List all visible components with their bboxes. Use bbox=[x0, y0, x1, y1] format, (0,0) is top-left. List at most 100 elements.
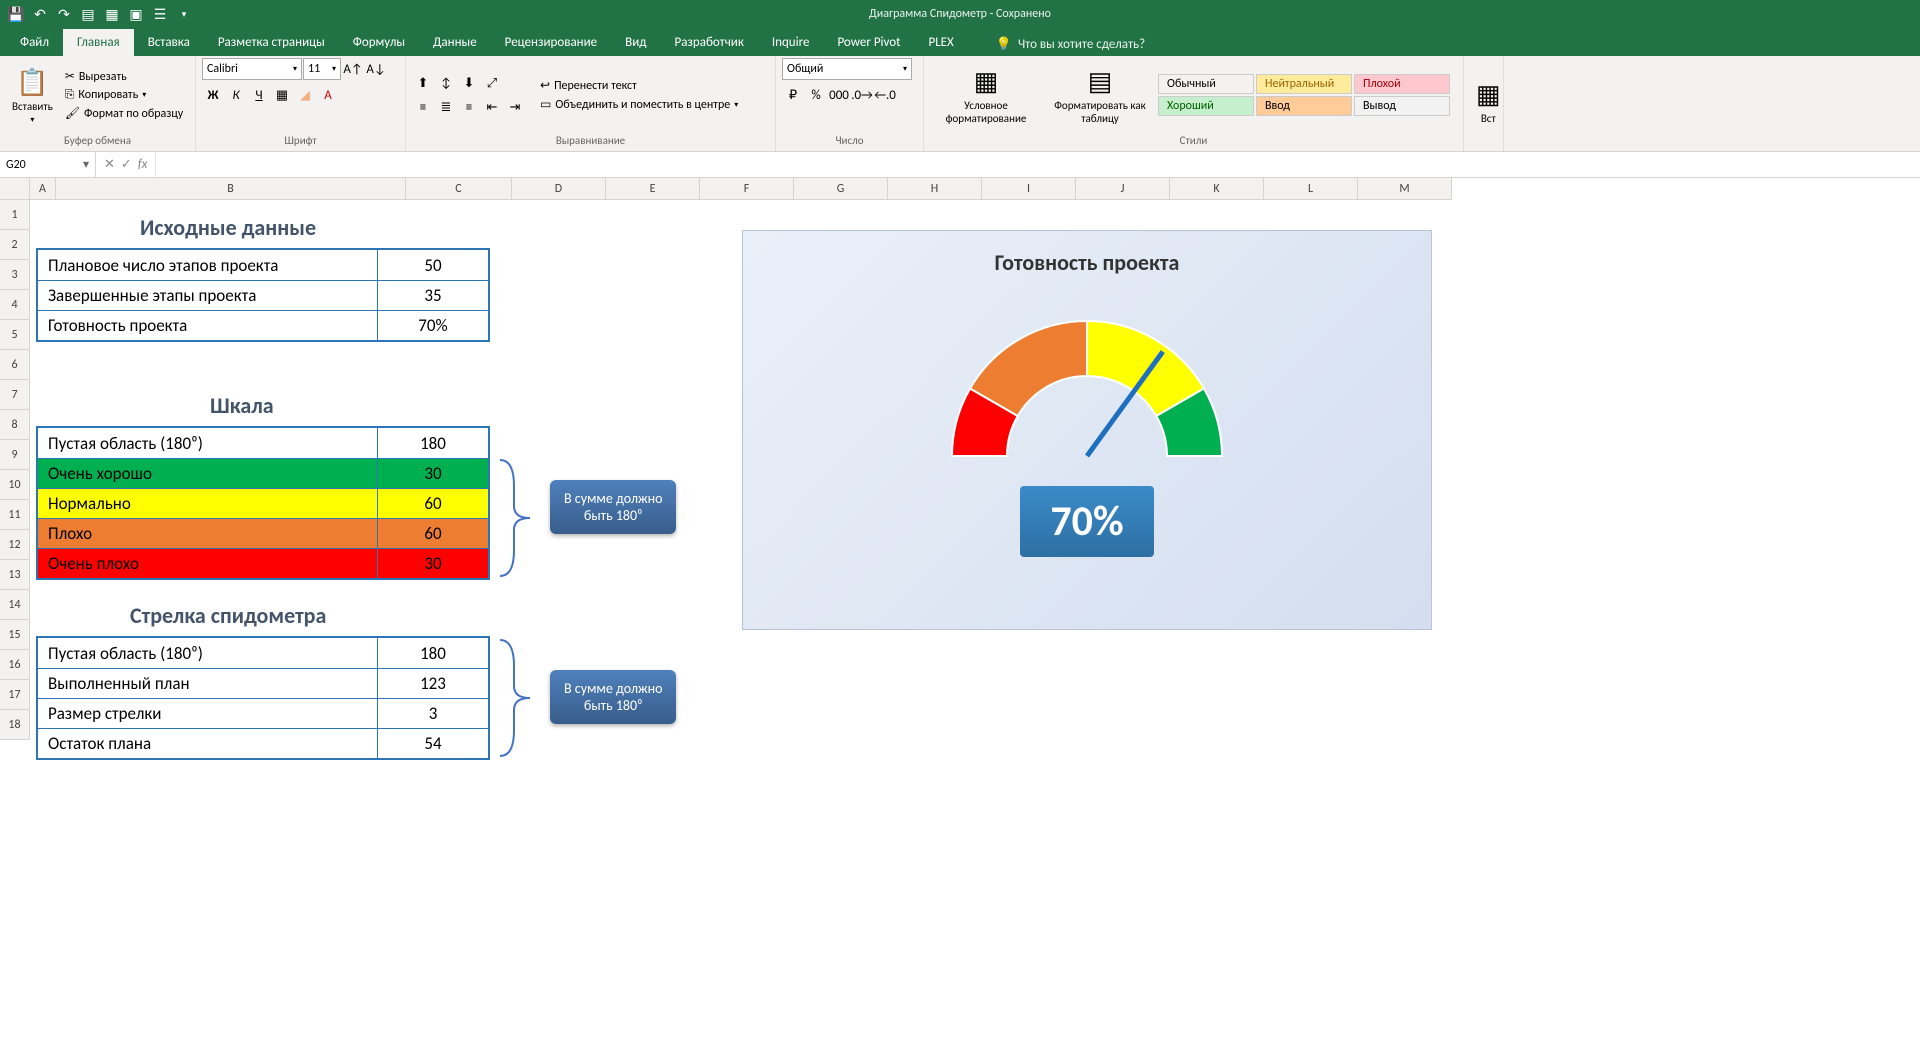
name-box[interactable]: G20 ▾ bbox=[0, 152, 96, 177]
qat-icon[interactable]: ▤ bbox=[80, 6, 96, 22]
borders-button[interactable]: ▦ bbox=[271, 84, 293, 106]
indent-inc-button[interactable]: ⇥ bbox=[504, 96, 526, 118]
ribbon-tab-вид[interactable]: Вид bbox=[611, 29, 660, 56]
qat-icon[interactable]: ▦ bbox=[104, 6, 120, 22]
merge-center-button[interactable]: ▭Объединить и поместить в центре▾ bbox=[538, 96, 740, 113]
align-bottom-button[interactable]: ⬇ bbox=[458, 72, 480, 94]
orientation-button[interactable]: ⤢ bbox=[481, 72, 503, 94]
chart-panel[interactable]: Готовность проекта 70% bbox=[742, 230, 1432, 630]
style-good[interactable]: Хороший bbox=[1158, 96, 1254, 116]
redo-icon[interactable]: ↷ bbox=[56, 6, 72, 22]
col-header[interactable]: C bbox=[406, 178, 512, 200]
conditional-formatting-button[interactable]: ▦ Условное форматирование bbox=[930, 63, 1042, 127]
row-header[interactable]: 4 bbox=[0, 290, 30, 320]
ribbon-tab-разметка страницы[interactable]: Разметка страницы bbox=[204, 29, 339, 56]
row-header[interactable]: 3 bbox=[0, 260, 30, 290]
tell-me-search[interactable]: 💡Что вы хотите сделать? bbox=[988, 33, 1153, 56]
table-row[interactable]: Очень хорошо30 bbox=[38, 458, 488, 488]
italic-button[interactable]: К bbox=[225, 84, 247, 106]
row-header[interactable]: 8 bbox=[0, 410, 30, 440]
paste-button[interactable]: 📋 Вставить ▾ bbox=[6, 64, 59, 127]
ribbon-tab-рецензирование[interactable]: Рецензирование bbox=[491, 29, 611, 56]
col-header[interactable]: B bbox=[56, 178, 406, 200]
copy-button[interactable]: ⎘Копировать▾ bbox=[63, 87, 185, 103]
col-header[interactable]: I bbox=[982, 178, 1076, 200]
grow-font-button[interactable]: A↑ bbox=[342, 58, 364, 80]
table-row[interactable]: Готовность проекта70% bbox=[38, 310, 488, 340]
format-painter-button[interactable]: 🖌Формат по образцу bbox=[63, 105, 185, 122]
font-name-select[interactable]: Calibri▾ bbox=[202, 58, 302, 80]
table-row[interactable]: Плохо60 bbox=[38, 518, 488, 548]
row-header[interactable]: 6 bbox=[0, 350, 30, 380]
col-header[interactable]: G bbox=[794, 178, 888, 200]
align-left-button[interactable]: ≡ bbox=[412, 96, 434, 118]
row-header[interactable]: 1 bbox=[0, 200, 30, 230]
qat-icon[interactable]: ▣ bbox=[128, 6, 144, 22]
table-row[interactable]: Завершенные этапы проекта35 bbox=[38, 280, 488, 310]
align-middle-button[interactable]: ↕ bbox=[435, 72, 457, 94]
table-row[interactable]: Остаток плана54 bbox=[38, 728, 488, 758]
cells-area[interactable]: Исходные данные Плановое число этапов пр… bbox=[30, 200, 1920, 1040]
table-row[interactable]: Пустая область (180⁰)180 bbox=[38, 428, 488, 458]
col-header[interactable]: E bbox=[606, 178, 700, 200]
style-normal[interactable]: Обычный bbox=[1158, 74, 1254, 94]
col-header[interactable]: M bbox=[1358, 178, 1452, 200]
qat-more-icon[interactable]: ▾ bbox=[176, 6, 192, 22]
row-header[interactable]: 5 bbox=[0, 320, 30, 350]
table-row[interactable]: Очень плохо30 bbox=[38, 548, 488, 578]
bold-button[interactable]: Ж bbox=[202, 84, 224, 106]
align-top-button[interactable]: ⬆ bbox=[412, 72, 434, 94]
col-header[interactable]: J bbox=[1076, 178, 1170, 200]
row-header[interactable]: 7 bbox=[0, 380, 30, 410]
ribbon-tab-данные[interactable]: Данные bbox=[419, 29, 491, 56]
row-header[interactable]: 10 bbox=[0, 470, 30, 500]
ribbon-tab-plex[interactable]: PLEX bbox=[914, 29, 967, 56]
ribbon-tab-вставка[interactable]: Вставка bbox=[134, 29, 204, 56]
increase-decimal-button[interactable]: .0→ bbox=[851, 84, 873, 106]
row-header[interactable]: 13 bbox=[0, 560, 30, 590]
font-color-button[interactable]: A bbox=[317, 84, 339, 106]
qat-icon[interactable]: ☰ bbox=[152, 6, 168, 22]
table-row[interactable]: Пустая область (180⁰)180 bbox=[38, 638, 488, 668]
thousands-button[interactable]: 000 bbox=[828, 84, 850, 106]
format-as-table-button[interactable]: ▤ Форматировать как таблицу bbox=[1046, 63, 1154, 127]
row-header[interactable]: 15 bbox=[0, 620, 30, 650]
fx-icon[interactable]: fx bbox=[138, 157, 148, 172]
align-right-button[interactable]: ≡ bbox=[458, 96, 480, 118]
col-header[interactable]: K bbox=[1170, 178, 1264, 200]
wrap-text-button[interactable]: ↩Перенести текст bbox=[538, 77, 740, 94]
currency-button[interactable]: ₽ bbox=[782, 84, 804, 106]
style-output[interactable]: Вывод bbox=[1354, 96, 1450, 116]
col-header[interactable]: L bbox=[1264, 178, 1358, 200]
indent-dec-button[interactable]: ⇤ bbox=[481, 96, 503, 118]
row-header[interactable]: 16 bbox=[0, 650, 30, 680]
col-header[interactable]: A bbox=[30, 178, 56, 200]
ribbon-tab-разработчик[interactable]: Разработчик bbox=[660, 29, 757, 56]
cut-button[interactable]: ✂Вырезать bbox=[63, 68, 185, 85]
underline-button[interactable]: Ч bbox=[248, 84, 270, 106]
insert-button[interactable]: ▦Вст bbox=[1470, 76, 1507, 127]
number-format-select[interactable]: Общий▾ bbox=[782, 58, 912, 80]
table-row[interactable]: Выполненный план123 bbox=[38, 668, 488, 698]
undo-icon[interactable]: ↶ bbox=[32, 6, 48, 22]
table-row[interactable]: Размер стрелки3 bbox=[38, 698, 488, 728]
fill-color-button[interactable]: ◢ bbox=[294, 84, 316, 106]
ribbon-tab-формулы[interactable]: Формулы bbox=[339, 29, 419, 56]
col-header[interactable]: D bbox=[512, 178, 606, 200]
style-input[interactable]: Ввод bbox=[1256, 96, 1352, 116]
row-header[interactable]: 17 bbox=[0, 680, 30, 710]
font-size-select[interactable]: 11▾ bbox=[303, 58, 341, 80]
formula-input[interactable] bbox=[156, 152, 1920, 177]
shrink-font-button[interactable]: A↓ bbox=[365, 58, 387, 80]
cancel-icon[interactable]: ✕ bbox=[104, 157, 115, 172]
col-header[interactable]: H bbox=[888, 178, 982, 200]
ribbon-tab-power pivot[interactable]: Power Pivot bbox=[823, 29, 914, 56]
style-neutral[interactable]: Нейтральный bbox=[1256, 74, 1352, 94]
ribbon-tab-главная[interactable]: Главная bbox=[63, 29, 134, 56]
style-bad[interactable]: Плохой bbox=[1354, 74, 1450, 94]
ribbon-tab-inquire[interactable]: Inquire bbox=[758, 29, 824, 56]
row-header[interactable]: 14 bbox=[0, 590, 30, 620]
row-header[interactable]: 11 bbox=[0, 500, 30, 530]
align-center-button[interactable]: ≣ bbox=[435, 96, 457, 118]
row-header[interactable]: 9 bbox=[0, 440, 30, 470]
